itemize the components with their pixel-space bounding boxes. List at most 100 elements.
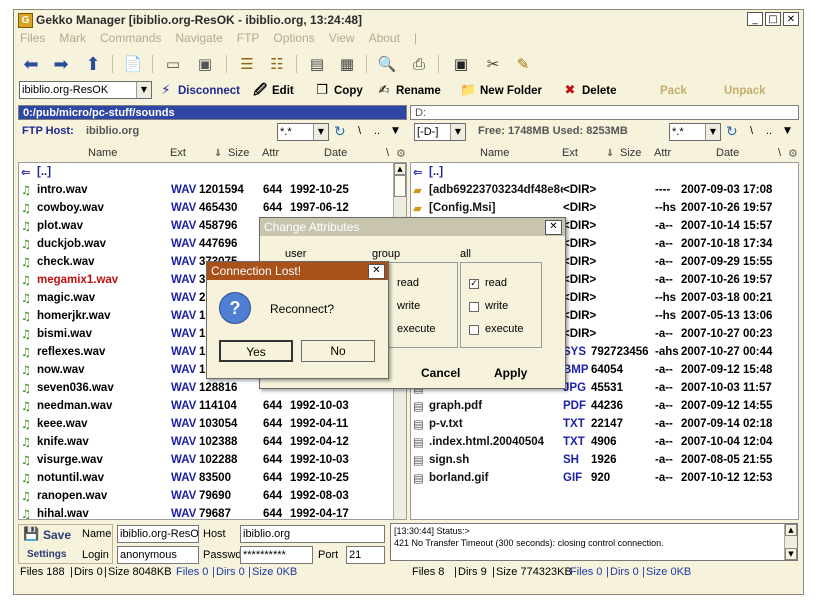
unpack-button[interactable]: Unpack — [724, 82, 766, 100]
edit-button[interactable]: 🖉 Edit — [252, 82, 294, 100]
chevron-down-icon[interactable]: ▼ — [136, 82, 151, 98]
forward-arrow-icon[interactable]: ➡ — [50, 53, 72, 75]
menu-view[interactable]: View — [329, 30, 355, 47]
chevron-down-icon[interactable]: ▼ — [392, 126, 399, 136]
updir-row[interactable]: ⇐ [..] — [411, 163, 798, 181]
col-ext[interactable]: Ext — [170, 145, 186, 162]
password-field[interactable]: ********** — [240, 546, 313, 564]
all-execute-checkbox[interactable] — [469, 325, 479, 335]
name-field[interactable]: ibiblio.org-ResOK — [117, 525, 199, 543]
group-execute-label[interactable]: execute — [397, 323, 436, 335]
menu-navigate[interactable]: Navigate — [175, 30, 222, 47]
all-read-label[interactable]: read — [485, 277, 507, 289]
file-row[interactable]: ♫ keee.wav WAV 103054 644 1992-04-11 — [19, 415, 406, 433]
menu-ftp[interactable]: FTP — [237, 30, 260, 47]
refresh-icon[interactable]: ↻ — [726, 124, 738, 140]
file-row[interactable]: ♫ visurge.wav WAV 102288 644 1992-10-03 — [19, 451, 406, 469]
print-icon[interactable]: ⎙ — [408, 53, 430, 75]
file-row[interactable]: ▰ [Config.Msi] <DIR> --hs 2007-10-26 19:57 — [411, 199, 798, 217]
close-button[interactable]: ✕ — [783, 12, 799, 26]
save-button[interactable]: Save — [43, 528, 71, 542]
left-path-bar[interactable]: 0:/pub/micro/pc-stuff/sounds — [18, 105, 407, 120]
all-write-checkbox[interactable] — [469, 302, 479, 312]
close-icon[interactable]: ✕ — [545, 220, 562, 235]
col-attr[interactable]: Attr — [262, 145, 279, 162]
col-date[interactable]: Date — [716, 145, 739, 162]
parent-dir-icon[interactable]: .. — [374, 125, 380, 137]
right-filter-combo[interactable]: *.* ▼ — [669, 123, 721, 141]
file-row[interactable]: ▤ p-v.txt TXT 22147 -a-- 2007-09-14 02:18 — [411, 415, 798, 433]
pack-button[interactable]: Pack — [660, 82, 687, 100]
menu-files[interactable]: Files — [20, 30, 45, 47]
login-field[interactable]: anonymous — [117, 546, 199, 564]
find-file-icon[interactable]: 🔍 — [376, 53, 398, 75]
col-name[interactable]: Name — [480, 145, 509, 162]
col-ext[interactable]: Ext — [562, 145, 578, 162]
root-dir-icon[interactable]: \ — [358, 125, 361, 137]
log-area[interactable]: [13:30:44] Status:> 421 No Transfer Time… — [390, 523, 798, 561]
settings-button[interactable]: Settings — [27, 549, 66, 560]
delete-button[interactable]: ✖ Delete — [562, 82, 617, 100]
scroll-down-icon[interactable]: ▼ — [785, 548, 797, 560]
chevron-down-icon[interactable]: ▼ — [313, 124, 328, 140]
scroll-up-icon[interactable]: ▲ — [394, 163, 406, 175]
settings-gear-icon[interactable]: ⚙ — [788, 145, 798, 162]
file-row[interactable]: ▰ [adb69223703234df48e8e9f <DIR> ---- 2007-0… — [411, 181, 798, 199]
image-view-icon[interactable]: ▣ — [194, 53, 216, 75]
minimize-button[interactable]: _ — [747, 12, 763, 26]
tools-icon[interactable]: ✂ — [482, 53, 504, 75]
updir-row[interactable]: ⇐ [..] — [19, 163, 406, 181]
all-write-label[interactable]: write — [485, 300, 508, 312]
left-filter-combo[interactable]: *.* ▼ — [277, 123, 329, 141]
port-field[interactable]: 21 — [346, 546, 385, 564]
settings-gear-icon[interactable]: ⚙ — [396, 145, 406, 162]
new-file-icon[interactable]: 📄 — [122, 53, 144, 75]
host-field[interactable]: ibiblio.org — [240, 525, 385, 543]
folder-view-icon[interactable]: ▭ — [162, 53, 184, 75]
file-row[interactable]: ♫ hihal.wav WAV 79687 644 1992-04-17 — [19, 505, 406, 519]
terminal-icon[interactable]: ▣ — [450, 53, 472, 75]
parent-dir-icon[interactable]: .. — [766, 125, 772, 137]
back-arrow-icon[interactable]: ⬅ — [20, 53, 42, 75]
file-row[interactable]: ▤ .index.html.20040504 TXT 4906 -a-- 2007-10-… — [411, 433, 798, 451]
new-folder-button[interactable]: 📁 New Folder — [460, 82, 542, 100]
scroll-up-icon[interactable]: ▲ — [785, 524, 797, 536]
file-row[interactable]: ♫ intro.wav WAV 1201594 644 1992-10-25 — [19, 181, 406, 199]
chevron-down-icon[interactable]: ▼ — [784, 126, 791, 136]
file-row[interactable]: ♫ cowboy.wav WAV 465430 644 1997-06-12 — [19, 199, 406, 217]
col-date[interactable]: Date — [324, 145, 347, 162]
all-execute-label[interactable]: execute — [485, 323, 524, 335]
close-icon[interactable]: ✕ — [368, 264, 385, 279]
drive-combo[interactable]: [-D-] ▼ — [414, 123, 466, 141]
notes-icon[interactable]: ✎ — [512, 53, 534, 75]
up-arrow-icon[interactable]: ⬆ — [82, 53, 104, 75]
file-row[interactable]: ▤ borland.gif GIF 920 -a-- 2007-10-12 12:53 — [411, 469, 798, 487]
chevron-down-icon[interactable]: ▼ — [705, 124, 720, 140]
root-dir-icon[interactable]: \ — [750, 125, 753, 137]
col-name[interactable]: Name — [88, 145, 117, 162]
col-size[interactable]: Size — [228, 145, 249, 162]
scroll-thumb[interactable] — [394, 175, 406, 197]
disconnect-button[interactable]: ⚡ Disconnect — [158, 82, 240, 100]
cancel-button[interactable]: Cancel — [421, 366, 460, 380]
text-file-icon[interactable]: ▤ — [306, 53, 328, 75]
rename-button[interactable]: ✍ Rename — [376, 82, 441, 100]
apply-button[interactable]: Apply — [494, 366, 527, 380]
file-row[interactable]: ♫ needman.wav WAV 114104 644 1992-10-03 — [19, 397, 406, 415]
chevron-down-icon[interactable]: ▼ — [450, 124, 465, 140]
menu-options[interactable]: Options — [273, 30, 314, 47]
group-read-label[interactable]: read — [397, 277, 419, 289]
file-row[interactable]: ♫ ranopen.wav WAV 79690 644 1992-08-03 — [19, 487, 406, 505]
no-button[interactable]: No — [301, 340, 375, 362]
copy-button[interactable]: ❐ Copy — [314, 82, 363, 100]
menu-commands[interactable]: Commands — [100, 30, 161, 47]
log-scrollbar[interactable]: ▲ ▼ — [784, 524, 797, 560]
menu-mark[interactable]: Mark — [59, 30, 86, 47]
menu-about[interactable]: About — [369, 30, 400, 47]
col-size[interactable]: Size — [620, 145, 641, 162]
maximize-button[interactable]: □ — [765, 12, 781, 26]
all-read-checkbox[interactable]: ✓ — [469, 279, 479, 289]
file-row[interactable]: ♫ notuntil.wav WAV 83500 644 1992-10-25 — [19, 469, 406, 487]
exe-file-icon[interactable]: ▦ — [336, 53, 358, 75]
detail-view-icon[interactable]: ☷ — [266, 53, 288, 75]
